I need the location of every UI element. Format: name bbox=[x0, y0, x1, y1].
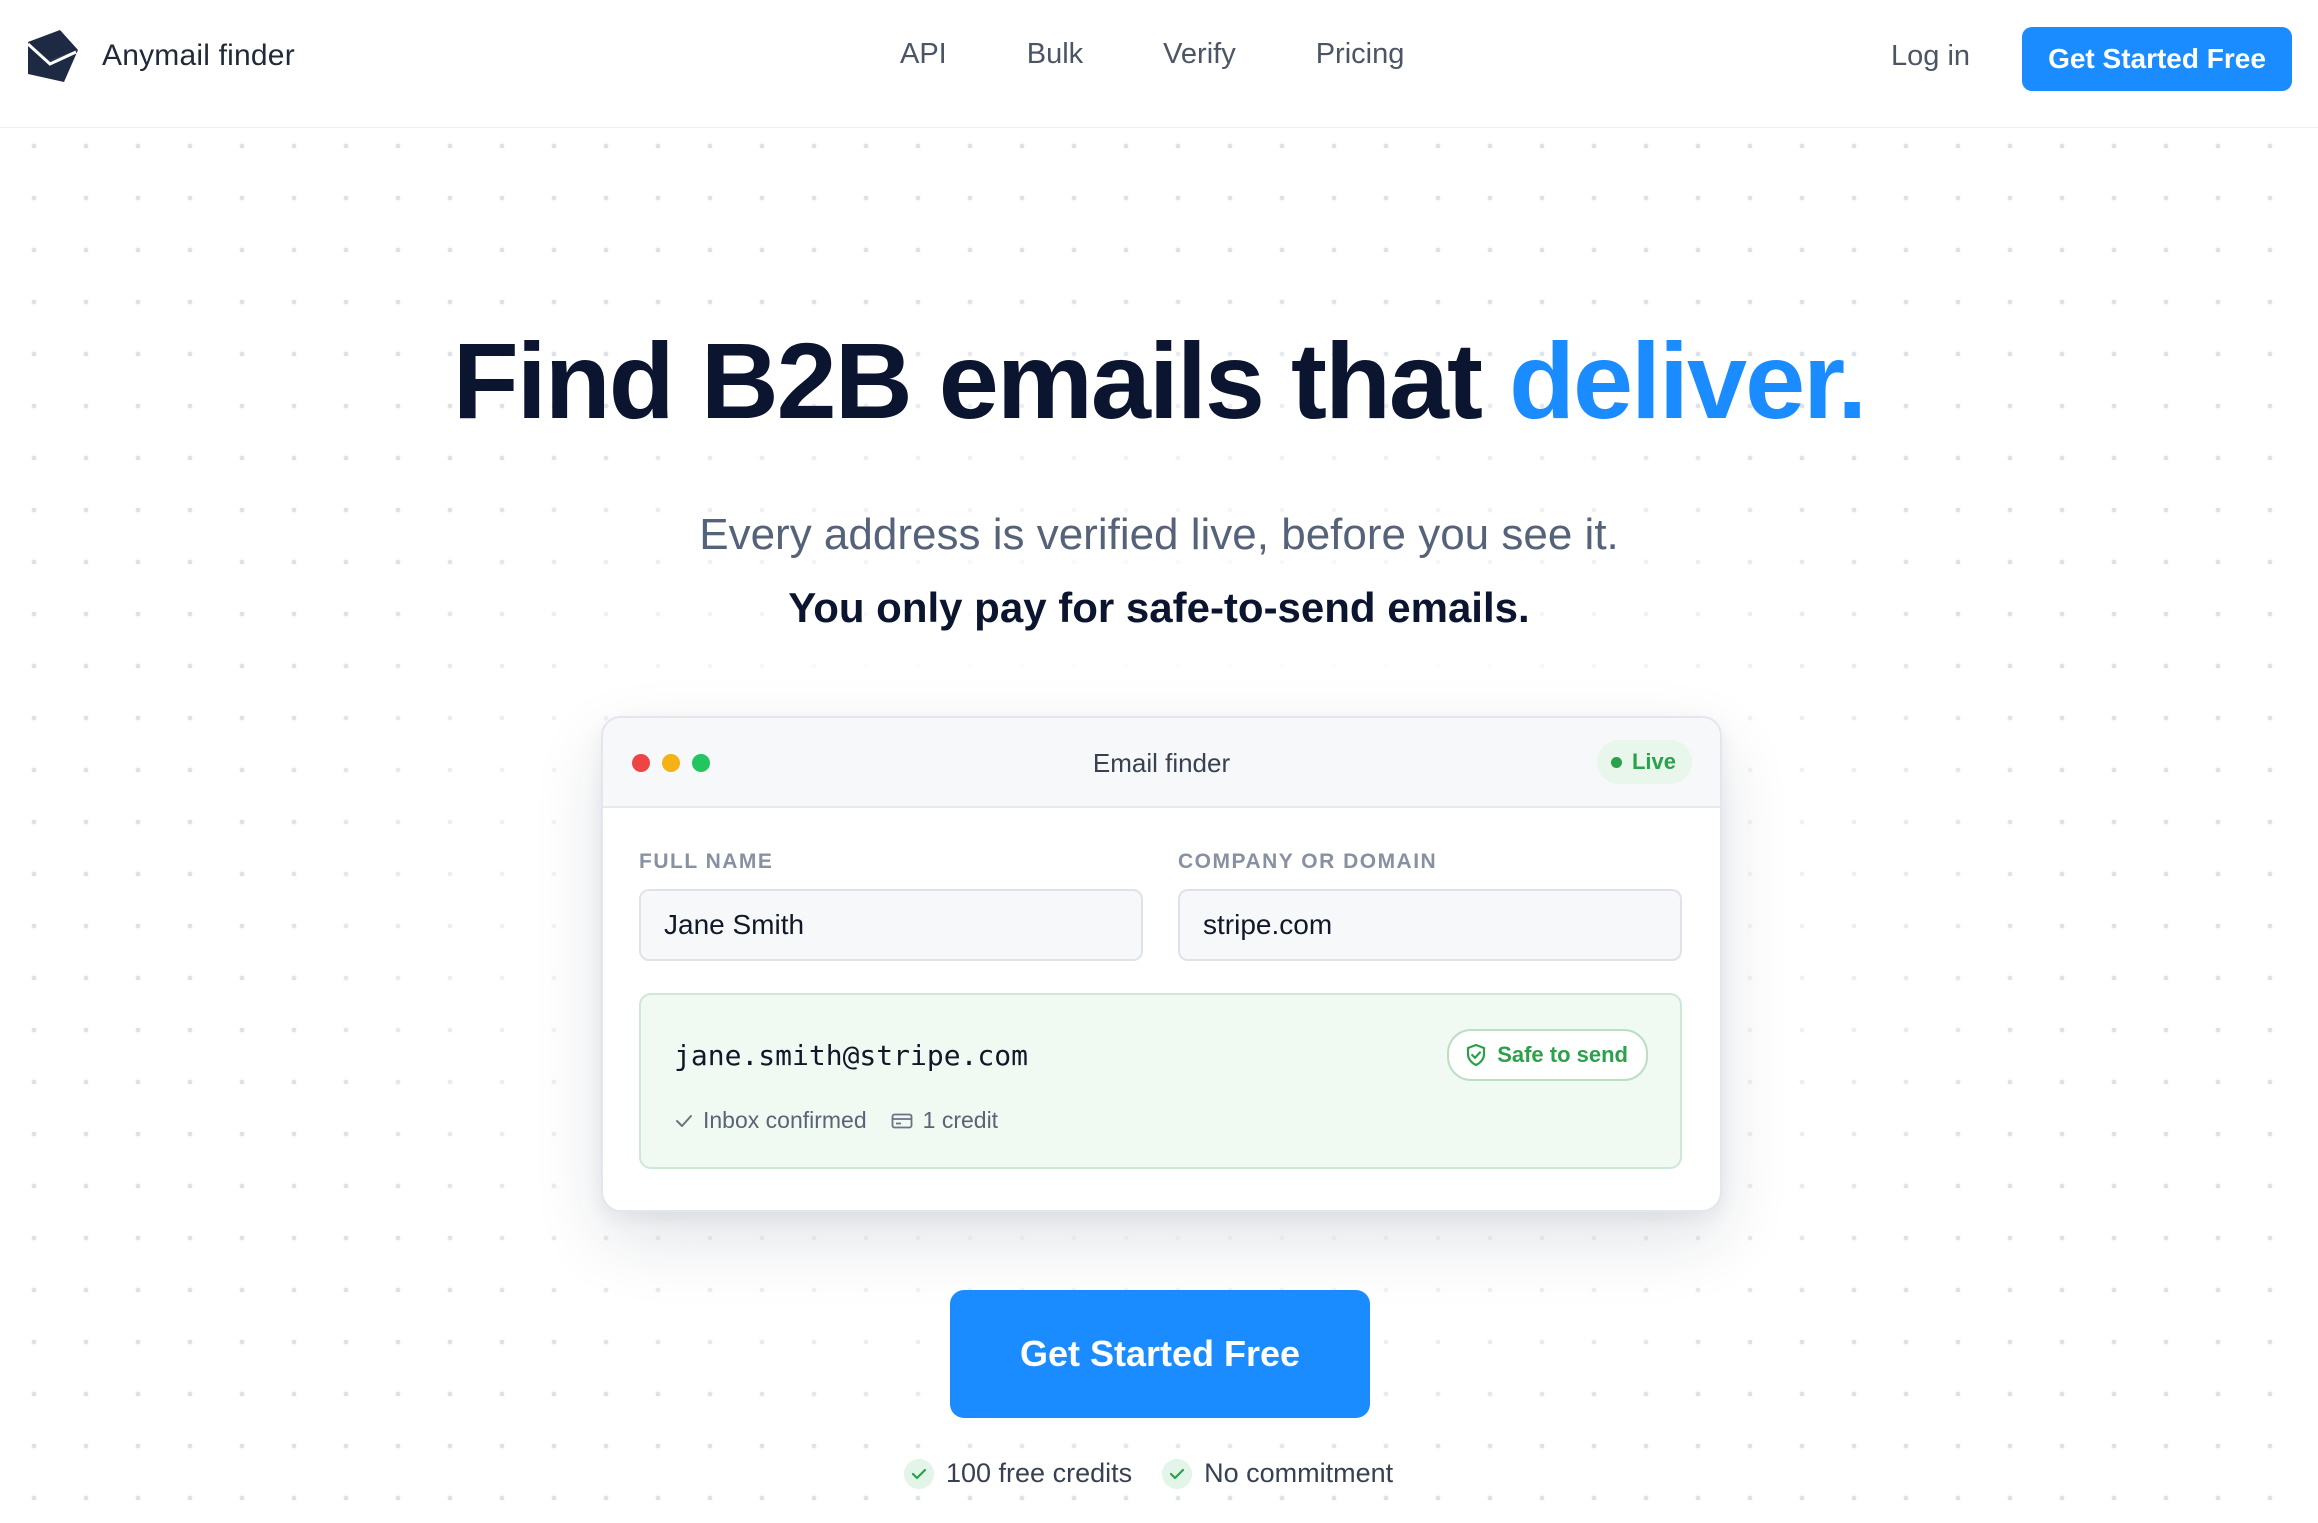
hero-subtitle: Every address is verified live, before y… bbox=[699, 510, 1619, 559]
nav-item-pricing[interactable]: Pricing bbox=[1316, 38, 1405, 71]
nav-item-api[interactable]: API bbox=[900, 38, 947, 71]
check-circle-icon bbox=[1162, 1458, 1193, 1489]
perk-free-credits-label: 100 free credits bbox=[946, 1458, 1133, 1488]
safe-to-send-badge: Safe to send bbox=[1447, 1029, 1648, 1081]
main-nav: API Bulk Verify Pricing bbox=[900, 38, 1484, 71]
company-domain-label: COMPANY OR DOMAIN bbox=[1178, 850, 1438, 873]
full-name-input[interactable] bbox=[639, 889, 1143, 961]
inbox-confirmed-label: Inbox confirmed bbox=[703, 1107, 867, 1133]
hero-tagline: You only pay for safe-to-send emails. bbox=[788, 584, 1530, 631]
found-email: jane.smith@stripe.com bbox=[674, 1039, 1029, 1072]
credit-item: 1 credit bbox=[891, 1107, 998, 1134]
result-meta: Inbox confirmed 1 credit bbox=[675, 1107, 1022, 1134]
credit-label: 1 credit bbox=[922, 1107, 999, 1133]
perk-free-credits: 100 free credits bbox=[904, 1458, 1132, 1489]
login-link[interactable]: Log in bbox=[1891, 40, 1970, 73]
inbox-confirmed-item: Inbox confirmed bbox=[675, 1107, 867, 1134]
hero-title-main: Find B2B emails that bbox=[452, 320, 1509, 441]
card-title: Email finder bbox=[1092, 748, 1231, 778]
perk-no-commitment: No commitment bbox=[1162, 1458, 1393, 1489]
brand-name: Anymail finder bbox=[102, 39, 295, 72]
credit-card-icon bbox=[891, 1113, 913, 1128]
shield-check-icon bbox=[1467, 1043, 1486, 1067]
perk-no-commitment-label: No commitment bbox=[1204, 1458, 1394, 1488]
hero-title-accent: deliver. bbox=[1508, 320, 1867, 441]
check-icon bbox=[676, 1114, 692, 1127]
card-titlebar: Email finder Live bbox=[603, 718, 1720, 808]
live-label: Live bbox=[1631, 749, 1676, 774]
get-started-button[interactable]: Get Started Free bbox=[950, 1290, 1370, 1418]
envelope-logo-icon bbox=[26, 30, 78, 82]
header-get-started-button[interactable]: Get Started Free bbox=[2022, 27, 2292, 91]
live-badge: Live bbox=[1596, 740, 1692, 784]
safe-to-send-label: Safe to send bbox=[1497, 1042, 1628, 1067]
result-panel: jane.smith@stripe.com Safe to send Inbox… bbox=[639, 993, 1682, 1169]
live-dot-icon bbox=[1610, 756, 1622, 768]
check-circle-icon bbox=[904, 1458, 934, 1489]
full-name-label: FULL NAME bbox=[639, 850, 774, 873]
email-finder-card: Email finder Live FULL NAME COMPANY OR D… bbox=[601, 716, 1722, 1212]
perks-list: 100 free credits No commitment bbox=[904, 1458, 1423, 1489]
brand-logo[interactable]: Anymail finder bbox=[26, 28, 295, 84]
company-domain-input[interactable] bbox=[1178, 889, 1682, 961]
site-header: Anymail finder API Bulk Verify Pricing L… bbox=[0, 0, 2318, 128]
nav-item-bulk[interactable]: Bulk bbox=[1027, 38, 1083, 71]
hero-title: Find B2B emails that deliver. bbox=[0, 318, 2318, 443]
nav-item-verify[interactable]: Verify bbox=[1163, 38, 1236, 71]
